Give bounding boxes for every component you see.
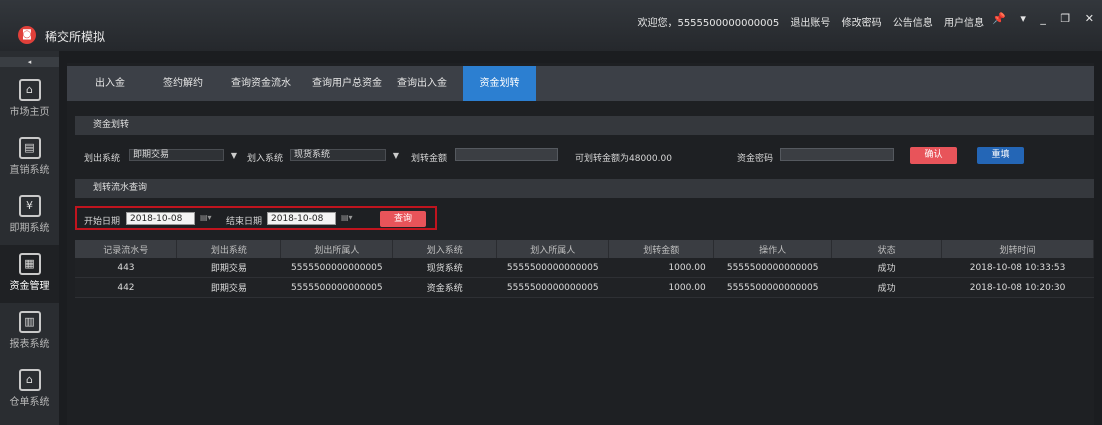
- app-logo-icon: ◙: [18, 26, 36, 44]
- tab-fund-transfer[interactable]: 资金划转: [463, 66, 536, 101]
- table-cell: 5555500000000005: [713, 277, 832, 298]
- sidebar-item-spot-system[interactable]: ¥ 即期系统: [0, 187, 59, 245]
- warehouse-icon: ⌂: [18, 369, 41, 391]
- sidebar-item-warehouse-system[interactable]: ⌂ 仓单系统: [0, 361, 59, 419]
- reset-button[interactable]: 重填: [977, 147, 1024, 164]
- table-cell: 1000.00: [608, 277, 714, 298]
- sidebar-item-fund-management[interactable]: ▦ 资金管理: [0, 245, 59, 303]
- table-cell: 5555500000000005: [496, 258, 609, 278]
- monitor-icon: ▤: [18, 137, 41, 159]
- start-date-label: 开始日期: [84, 217, 121, 227]
- sidebar: ◂ ⌂ 市场主页 ▤ 直销系统 ¥ 即期系统 ▦ 资金管理 ▥ 报表系统 ⌂ 仓…: [0, 51, 59, 425]
- out-system-select[interactable]: 即期交易 ▼: [129, 149, 237, 161]
- dropdown-icon[interactable]: ▾: [1020, 12, 1026, 25]
- tab-bar: 出入金 签约解约 查询资金流水 查询用户总资金 查询出入金 资金划转: [67, 66, 1094, 101]
- table-cell: 5555500000000005: [713, 258, 832, 278]
- window-controls: 📌 ▾ _ ❐ ✕: [981, 12, 1094, 25]
- column-header[interactable]: 划出所属人: [280, 240, 394, 258]
- tab-sign-cancel[interactable]: 签约解约: [163, 66, 203, 101]
- column-header[interactable]: 划转金额: [608, 240, 715, 258]
- sidebar-item-label: 资金管理: [9, 281, 50, 292]
- table-row[interactable]: 442 即期交易 5555500000000005 资金系统 555550000…: [75, 277, 1094, 298]
- sidebar-item-label: 报表系统: [9, 339, 50, 350]
- column-header[interactable]: 划出系统: [176, 240, 282, 258]
- fund-transfer-section-header: 资金划转: [75, 116, 1094, 135]
- sidebar-item-market-home[interactable]: ⌂ 市场主页: [0, 71, 59, 129]
- in-system-select[interactable]: 现货系统 ▼: [290, 149, 399, 161]
- column-header[interactable]: 划入系统: [392, 240, 498, 258]
- transfer-amount-input[interactable]: [455, 148, 558, 161]
- search-button[interactable]: 查询: [380, 211, 426, 227]
- top-menu: 欢迎您，5555500000000005 退出账号 修改密码 公告信息 用户信息: [637, 14, 984, 29]
- sidebar-item-label: 市场主页: [9, 107, 50, 118]
- chevron-down-icon: ▼: [392, 151, 399, 160]
- column-header[interactable]: 操作人: [713, 240, 833, 258]
- confirm-button[interactable]: 确认: [910, 147, 957, 164]
- close-icon[interactable]: ✕: [1085, 12, 1094, 25]
- pin-icon[interactable]: 📌: [992, 12, 1006, 25]
- out-system-value: 即期交易: [133, 150, 170, 160]
- end-date-label: 结束日期: [226, 217, 263, 227]
- table-cell: 2018-10-08 10:20:30: [941, 277, 1094, 298]
- section-title: 资金划转: [93, 120, 130, 130]
- table-header-row: 记录流水号 划出系统 划出所属人 划入系统 划入所属人 划转金额 操作人 状态 …: [75, 240, 1094, 258]
- table-cell: 5555500000000005: [280, 277, 393, 298]
- in-system-value: 现货系统: [294, 150, 331, 160]
- table-cell: 成功: [831, 258, 942, 278]
- table-cell: 442: [75, 277, 177, 298]
- column-header[interactable]: 划转时间: [941, 240, 1094, 258]
- document-icon: ▥: [18, 311, 41, 333]
- end-date-input[interactable]: 2018-10-08: [267, 212, 336, 225]
- yen-icon: ¥: [18, 195, 41, 217]
- calendar-picker-icon[interactable]: ▤▾: [200, 213, 212, 222]
- notice-link[interactable]: 公告信息: [893, 18, 933, 29]
- calendar-icon: ▦: [18, 253, 41, 275]
- home-icon: ⌂: [18, 79, 41, 101]
- minimize-icon[interactable]: _: [1040, 12, 1046, 25]
- table-cell: 443: [75, 258, 177, 278]
- table-cell: 5555500000000005: [280, 258, 393, 278]
- sidebar-item-direct-sales[interactable]: ▤ 直销系统: [0, 129, 59, 187]
- column-header[interactable]: 划入所属人: [496, 240, 610, 258]
- tab-deposit-withdraw[interactable]: 出入金: [95, 66, 125, 101]
- amount-label: 划转金额: [411, 154, 448, 164]
- column-header[interactable]: 记录流水号: [75, 240, 178, 258]
- table-cell: 2018-10-08 10:33:53: [941, 258, 1094, 278]
- in-system-label: 划入系统: [247, 154, 284, 164]
- sidebar-item-report-system[interactable]: ▥ 报表系统: [0, 303, 59, 361]
- sidebar-item-label: 即期系统: [9, 223, 50, 234]
- chevron-down-icon: ▼: [230, 151, 237, 160]
- tab-query-deposit-withdraw[interactable]: 查询出入金: [397, 66, 447, 101]
- collapse-sidebar-button[interactable]: ◂: [0, 57, 59, 67]
- tab-query-total-funds[interactable]: 查询用户总资金: [312, 66, 382, 101]
- calendar-picker-icon[interactable]: ▤▾: [341, 213, 353, 222]
- available-amount-text: 可划转金额为48000.00: [575, 154, 672, 164]
- out-system-label: 划出系统: [84, 154, 121, 164]
- table-row[interactable]: 443 即期交易 5555500000000005 现货系统 555550000…: [75, 258, 1094, 278]
- column-header[interactable]: 状态: [831, 240, 943, 258]
- change-password-link[interactable]: 修改密码: [842, 18, 882, 29]
- table-cell: 现货系统: [392, 258, 497, 278]
- start-date-input[interactable]: 2018-10-08: [126, 212, 195, 225]
- transfer-records-table: 记录流水号 划出系统 划出所属人 划入系统 划入所属人 划转金额 操作人 状态 …: [75, 240, 1094, 298]
- logout-link[interactable]: 退出账号: [790, 18, 830, 29]
- title-bar: ◙ 稀交所模拟 欢迎您，5555500000000005 退出账号 修改密码 公…: [0, 0, 1102, 51]
- section-title: 划转流水查询: [93, 183, 148, 193]
- welcome-text: 欢迎您，5555500000000005: [637, 18, 780, 29]
- table-cell: 5555500000000005: [496, 277, 609, 298]
- fund-password-label: 资金密码: [737, 154, 774, 164]
- table-cell: 1000.00: [608, 258, 714, 278]
- app-title: 稀交所模拟: [45, 30, 106, 44]
- table-cell: 即期交易: [176, 258, 281, 278]
- tab-query-fund-flow[interactable]: 查询资金流水: [231, 66, 291, 101]
- sidebar-item-label: 仓单系统: [9, 397, 50, 408]
- table-cell: 成功: [831, 277, 942, 298]
- fund-password-input[interactable]: [780, 148, 894, 161]
- transfer-query-section-header: 划转流水查询: [75, 179, 1094, 198]
- user-info-link[interactable]: 用户信息: [944, 18, 984, 29]
- table-cell: 资金系统: [392, 277, 497, 298]
- table-cell: 即期交易: [176, 277, 281, 298]
- restore-icon[interactable]: ❐: [1060, 12, 1070, 25]
- sidebar-item-label: 直销系统: [9, 165, 50, 176]
